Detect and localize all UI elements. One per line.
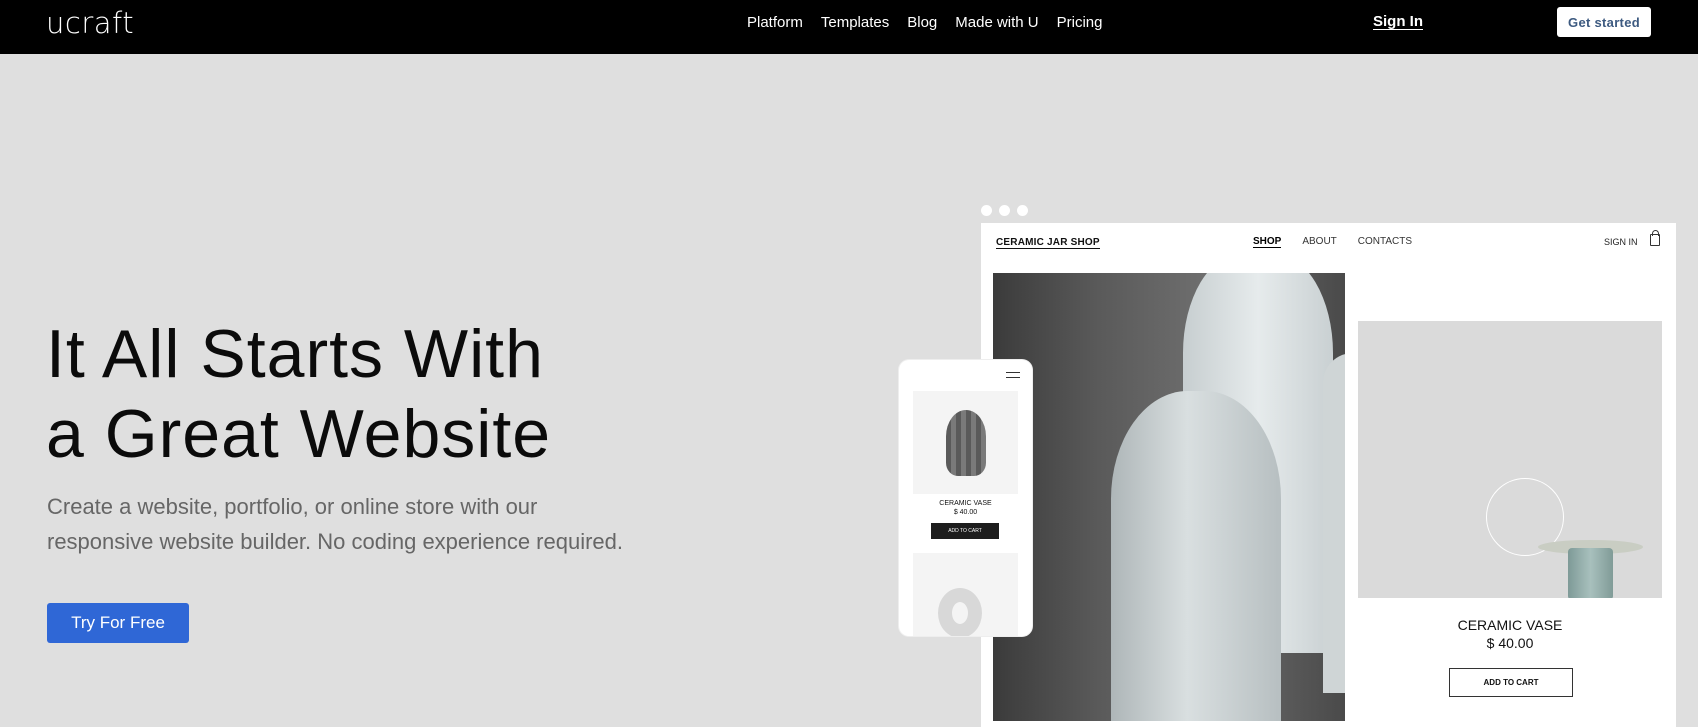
phone-product-name: CERAMIC VASE xyxy=(939,500,992,507)
shop-nav-about: ABOUT xyxy=(1302,236,1337,247)
sign-in-link[interactable]: Sign In xyxy=(1373,13,1423,30)
browser-mockup: CERAMIC JAR SHOP SHOP ABOUT CONTACTS SIG… xyxy=(981,223,1676,727)
nav-made-with-u[interactable]: Made with U xyxy=(955,14,1038,31)
ceramic-bowl-illustration xyxy=(1538,540,1643,598)
product-name: CERAMIC VASE xyxy=(1457,617,1563,633)
top-navigation-bar: ucraft Platform Templates Blog Made with… xyxy=(0,0,1698,54)
headline-line-2: a Great Website xyxy=(46,396,552,472)
phone-product-card xyxy=(913,553,1018,636)
hero-subtext: Create a website, portfolio, or online s… xyxy=(47,489,667,559)
shop-nav-contacts: CONTACTS xyxy=(1357,236,1413,247)
shop-nav: SHOP ABOUT CONTACTS xyxy=(1253,236,1433,248)
product-price: $ 40.00 xyxy=(1486,635,1534,651)
browser-window-dots xyxy=(981,205,1028,216)
subtext-line-1: Create a website, portfolio, or online s… xyxy=(47,494,538,519)
shop-sign-in: SIGN IN xyxy=(1604,237,1638,247)
vase-shape xyxy=(946,410,986,476)
phone-mockup: CERAMIC VASE $ 40.00 ADD TO CART xyxy=(899,360,1032,636)
hamburger-menu-icon xyxy=(1006,372,1020,378)
shop-nav-shop: SHOP xyxy=(1253,236,1282,248)
phone-product-card xyxy=(913,391,1018,494)
nav-platform[interactable]: Platform xyxy=(747,14,803,31)
main-nav: Platform Templates Blog Made with U Pric… xyxy=(747,14,1121,31)
nav-pricing[interactable]: Pricing xyxy=(1057,14,1103,31)
product-image xyxy=(1358,321,1662,598)
try-for-free-button[interactable]: Try For Free xyxy=(47,603,189,643)
shop-logo: CERAMIC JAR SHOP xyxy=(996,237,1100,249)
window-dot xyxy=(981,205,992,216)
ring-vase-shape xyxy=(938,588,982,636)
vase-shape xyxy=(1323,353,1345,693)
vase-shape xyxy=(1111,391,1281,721)
subtext-line-2: responsive website builder. No coding ex… xyxy=(47,529,624,554)
shopping-bag-icon xyxy=(1650,230,1660,246)
nav-templates[interactable]: Templates xyxy=(821,14,889,31)
phone-add-to-cart-button: ADD TO CART xyxy=(931,523,999,539)
vases-photo xyxy=(993,273,1345,721)
nav-blog[interactable]: Blog xyxy=(907,14,937,31)
get-started-button[interactable]: Get started xyxy=(1557,7,1651,37)
add-to-cart-button: ADD TO CART xyxy=(1449,668,1573,697)
window-dot xyxy=(1017,205,1028,216)
headline-line-1: It All Starts With xyxy=(46,316,544,392)
ucraft-logo[interactable]: ucraft xyxy=(46,6,134,40)
hero-headline: It All Starts With a Great Website xyxy=(46,314,551,474)
window-dot xyxy=(999,205,1010,216)
phone-product-price: $ 40.00 xyxy=(953,509,978,516)
bowl-body xyxy=(1568,548,1613,598)
